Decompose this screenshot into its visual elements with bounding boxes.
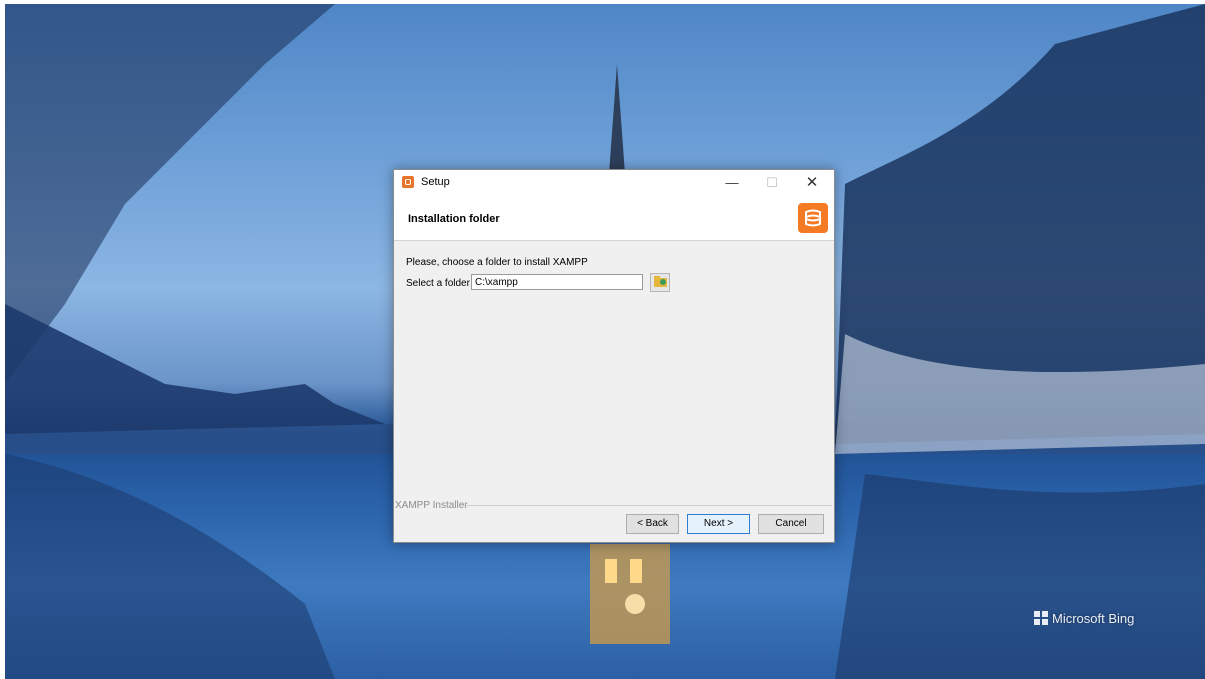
windows-logo-icon: [1034, 611, 1048, 625]
instruction-text: Please, choose a folder to install XAMPP: [406, 257, 588, 268]
browse-folder-button[interactable]: [650, 273, 670, 292]
folder-browse-icon: [654, 276, 667, 287]
dialog-header: Installation folder: [394, 196, 834, 241]
setup-dialog: Setup — ☐ ✕ Installation folder Please, …: [393, 169, 835, 543]
close-button[interactable]: ✕: [792, 170, 832, 196]
xampp-app-icon: [402, 176, 414, 188]
installer-group-label: XAMPP Installer: [395, 500, 468, 511]
watermark-text: Microsoft Bing: [1052, 611, 1135, 626]
minimize-button[interactable]: —: [712, 170, 752, 196]
window-title: Setup: [421, 176, 450, 188]
back-button[interactable]: < Back: [626, 514, 679, 534]
next-button[interactable]: Next >: [687, 514, 750, 534]
xampp-logo-icon: [798, 203, 828, 233]
maximize-button[interactable]: ☐: [752, 170, 792, 196]
footer-divider: [462, 505, 832, 506]
page-title: Installation folder: [408, 213, 500, 225]
folder-label: Select a folder: [406, 278, 470, 289]
title-bar[interactable]: Setup — ☐ ✕: [394, 170, 834, 196]
folder-path-input[interactable]: [471, 274, 643, 290]
cancel-button[interactable]: Cancel: [758, 514, 824, 534]
bing-watermark: Microsoft Bing: [1034, 609, 1134, 626]
